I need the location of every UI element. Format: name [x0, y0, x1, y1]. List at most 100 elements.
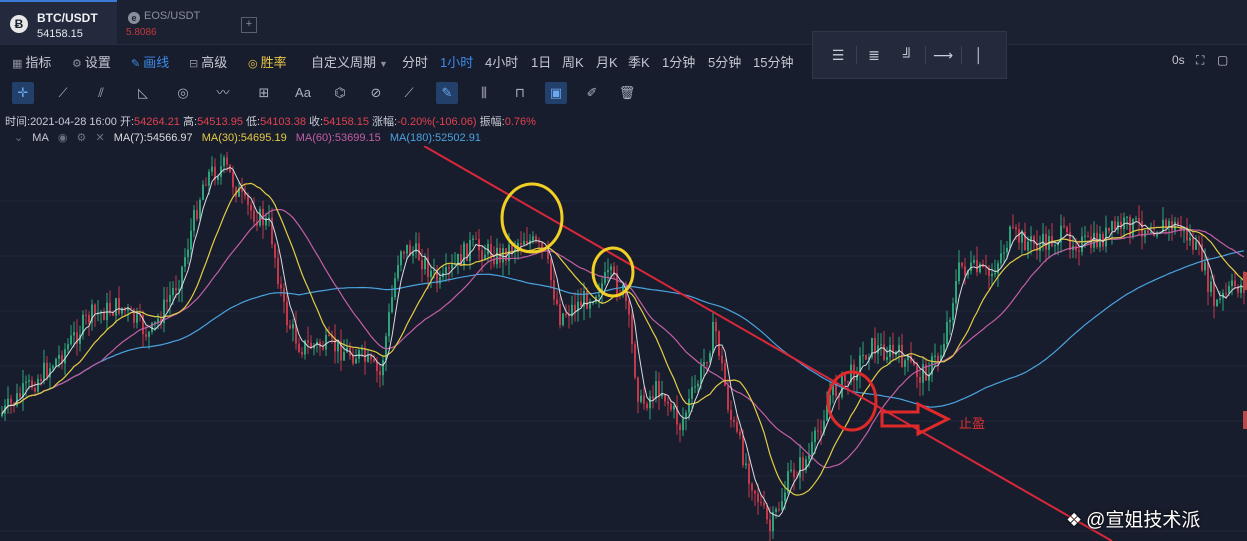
candle-body	[757, 493, 759, 502]
period-1min[interactable]: 1分钟	[662, 52, 695, 71]
candle-body	[691, 387, 693, 399]
collapse-icon[interactable]: ⌄	[14, 132, 23, 144]
eye-icon[interactable]: ◉	[58, 132, 68, 144]
candle-body	[292, 324, 294, 329]
fibonacci-icon[interactable]: ≣	[863, 46, 885, 64]
candle-body	[721, 355, 723, 364]
ma60-value: MA(60):53699.15	[295, 132, 381, 144]
parallel-channel-icon[interactable]: ⫽	[90, 82, 112, 104]
measure-icon[interactable]: ⊞	[253, 82, 275, 104]
candle-body	[961, 262, 963, 267]
template-icon[interactable]: ▣	[545, 82, 567, 104]
ohlc-info-bar: 时间:2021-04-28 16:00 开:54264.21 高:54513.9…	[5, 116, 536, 128]
winrate-button[interactable]: ◎ 胜率	[248, 52, 287, 71]
spiral-icon[interactable]: ◎	[172, 82, 194, 104]
candle-body	[199, 199, 201, 219]
candle-body	[946, 321, 948, 345]
hide-drawings-icon[interactable]: ⊘	[365, 82, 387, 104]
change-value: -0.20%(-106.06)	[397, 116, 477, 128]
candlestick-chart[interactable]	[0, 146, 1247, 541]
candle-body	[112, 312, 114, 316]
tab-eos-usdt[interactable]: e EOS/USDT 5.8086	[118, 0, 230, 44]
bars-pattern-icon[interactable]: ╝	[897, 46, 919, 64]
vertical-line-icon[interactable]: │	[968, 46, 990, 64]
horizontal-line-icon[interactable]: ⟶	[932, 46, 954, 64]
candle-body	[700, 365, 702, 384]
candle-body	[391, 297, 393, 313]
candle-body	[415, 243, 417, 253]
bitcoin-icon: Ƀ	[10, 15, 28, 33]
candle-body	[1225, 292, 1227, 294]
tab-btc-usdt[interactable]: Ƀ BTC/USDT 54158.15	[0, 0, 117, 44]
candle-body	[634, 344, 636, 378]
candle-body	[226, 157, 228, 165]
period-5min[interactable]: 5分钟	[708, 52, 741, 71]
candle-body	[775, 508, 777, 512]
trash-icon[interactable]: 🗑	[616, 82, 638, 104]
crosshair-icon[interactable]: ✛	[12, 82, 34, 104]
seconds-label[interactable]: 0s	[1172, 53, 1185, 67]
candle-body	[658, 381, 660, 397]
candle-body	[1042, 233, 1044, 246]
period-15min[interactable]: 15分钟	[753, 52, 793, 71]
lock-drawing-icon[interactable]: ✎	[436, 82, 458, 104]
candle-body	[799, 457, 801, 478]
candle-body	[307, 340, 309, 343]
candle-body	[247, 195, 249, 205]
candle-body	[790, 469, 792, 472]
lock-icon[interactable]: ⊓	[509, 82, 531, 104]
candle-body	[55, 358, 57, 367]
period-1h[interactable]: 1小时	[440, 52, 473, 71]
window-icon[interactable]: ▢	[1217, 53, 1228, 67]
custom-period-dropdown[interactable]: 自定义周期 ▼	[311, 52, 388, 71]
draw-button[interactable]: ✎ 画线	[131, 52, 169, 71]
candle-body	[472, 238, 474, 240]
period-timeshare[interactable]: 分时	[402, 52, 428, 71]
candle-body	[763, 502, 765, 506]
period-4h[interactable]: 4小时	[485, 52, 518, 71]
candle-body	[64, 349, 66, 364]
trend-line-icon[interactable]: ⟋	[52, 82, 74, 104]
candle-body	[73, 332, 75, 336]
candle-body	[820, 431, 822, 433]
candle-body	[1018, 229, 1020, 243]
candle-body	[523, 240, 525, 245]
parallel-lines-icon[interactable]: ☰	[827, 46, 849, 64]
candles-icon[interactable]: ⫼	[473, 82, 495, 104]
fullscreen-icon[interactable]: ⛶	[1196, 53, 1204, 68]
magnet-icon[interactable]: ⌬	[329, 82, 351, 104]
tab-price: 54158.15	[37, 28, 83, 40]
candle-body	[502, 248, 504, 263]
add-tab-button[interactable]: +	[241, 17, 257, 33]
candle-body	[688, 398, 690, 413]
gear-icon[interactable]: ⚙	[77, 132, 87, 144]
trend-line[interactable]	[423, 146, 1113, 541]
settings-button[interactable]: ⚙ 设置	[72, 52, 111, 71]
period-week[interactable]: 周K	[562, 52, 584, 71]
wave-icon[interactable]: 〰	[212, 82, 234, 104]
divider	[856, 46, 857, 64]
period-quarter[interactable]: 季K	[628, 52, 650, 71]
candle-body	[1114, 221, 1116, 230]
candle-body	[607, 269, 609, 273]
triangle-icon[interactable]: ◺	[132, 82, 154, 104]
close-value: 54158.15	[323, 116, 369, 128]
period-month[interactable]: 月K	[596, 52, 618, 71]
text-icon[interactable]: Aa	[292, 82, 314, 104]
close-icon[interactable]: ✕	[95, 132, 104, 144]
candle-body	[388, 312, 390, 337]
indicators-button[interactable]: ▦ 指标	[12, 52, 51, 71]
advanced-button[interactable]: ⊟ 高级	[189, 52, 227, 71]
period-1d[interactable]: 1日	[531, 52, 551, 71]
candle-body	[322, 347, 324, 350]
candle-body	[919, 376, 921, 383]
candle-body	[817, 430, 819, 432]
arrow-annotation[interactable]	[880, 401, 952, 437]
candle-body	[883, 344, 885, 360]
candle-body	[301, 352, 303, 355]
ruler-icon[interactable]: ⟋	[398, 82, 420, 104]
indicator-icon: ▦	[12, 58, 23, 70]
candle-body	[115, 298, 117, 316]
candle-body	[1045, 233, 1047, 250]
edit-icon[interactable]: ✐	[581, 82, 603, 104]
